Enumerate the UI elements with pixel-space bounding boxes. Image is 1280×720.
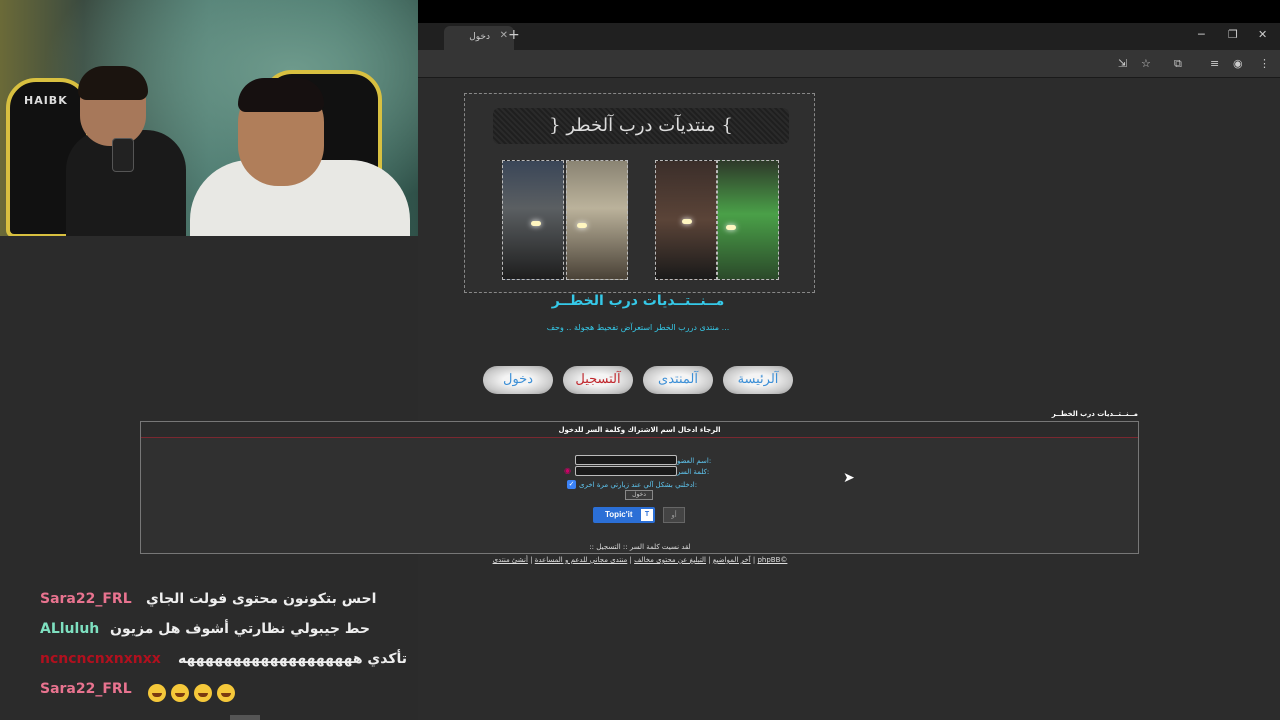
chair-logo: HAIBK (24, 94, 68, 107)
show-password-icon[interactable]: ◉ (564, 466, 571, 475)
browser-titlebar (418, 0, 1280, 23)
tab-close-icon[interactable]: ✕ (500, 30, 508, 41)
password-label: كلمة السر: (677, 468, 710, 476)
banner-photo (566, 160, 628, 280)
nav-login-button[interactable]: دخول (483, 366, 553, 394)
footer-link-report[interactable]: التبليغ عن محتوى مخالف (634, 556, 706, 564)
banner-photo (502, 160, 564, 280)
tab-bar: دخول ✕ + ─ ❐ ✕ (418, 23, 1280, 50)
chat-text: تأكدي هههههههههههههههههههه (178, 651, 408, 667)
scroll-indicator (230, 715, 260, 720)
chat-username: ncncncnxnxnxx (40, 651, 161, 667)
topicit-label: Topic'it (605, 510, 633, 519)
nav-forum-button[interactable]: آلمنتدى (643, 366, 713, 394)
banner-photo (655, 160, 717, 280)
tab-title: دخول (469, 32, 490, 42)
chat-message: ncncncnxnxnxx تأكدي هههههههههههههههههههه (40, 648, 480, 678)
chat-username: Sara22_FRL (40, 591, 132, 607)
profile-icon[interactable]: ◉ (1233, 57, 1243, 70)
close-window-button[interactable]: ✕ (1258, 28, 1267, 41)
menu-icon[interactable]: ⋮ (1259, 57, 1270, 70)
chat-emojis (148, 684, 240, 702)
screen: HAIBK دخول ✕ + ─ ❐ ✕ ⇲ ☆ ⧉ ≡ ◉ ⋮ } منتدي… (0, 0, 1280, 720)
phone (112, 138, 134, 172)
laughing-emoji-icon (171, 684, 189, 702)
extensions-icon[interactable]: ⧉ (1174, 57, 1182, 71)
register-link[interactable]: :: التسجيل (596, 543, 627, 551)
banner-title: } منتديآت درب آلخطر { (493, 108, 789, 144)
laughing-emoji-icon (217, 684, 235, 702)
topicit-icon: T (641, 509, 653, 521)
nav-register-button[interactable]: آلتسجيل (563, 366, 633, 394)
alt-login-button[interactable]: أو (663, 507, 685, 523)
chat-overlay: Sara22_FRL احس بتكونون محتوى فولت الجاي … (40, 588, 480, 708)
login-panel-header: الرجاء ادخال اسم الاشتراك وكلمة السر للد… (141, 422, 1138, 438)
chat-username: Sara22_FRL (40, 681, 132, 697)
username-input[interactable] (575, 455, 677, 465)
chat-message: Sara22_FRL احس بتكونون محتوى فولت الجاي (40, 588, 480, 618)
mouse-cursor-icon: ➤ (843, 470, 855, 486)
footer-link-create-forum[interactable]: أنشئ منتدى (493, 556, 528, 564)
bookmark-star-icon[interactable]: ☆ (1141, 57, 1151, 70)
webcam-overlay: HAIBK (0, 0, 418, 236)
breadcrumb[interactable]: مــنــتــديات درب الخطــر (1010, 410, 1138, 418)
new-tab-button[interactable]: + (508, 27, 520, 43)
banner-photo (717, 160, 779, 280)
chat-text: احس بتكونون محتوى فولت الجاي (146, 591, 377, 607)
password-input[interactable] (575, 466, 677, 476)
forum-name[interactable]: مــنــتــديات درب الخطــر (418, 293, 858, 309)
login-button[interactable]: دخول (625, 490, 653, 500)
topicit-login-button[interactable]: Topic'it T (593, 507, 655, 523)
person-right-hair (238, 78, 324, 112)
minimize-button[interactable]: ─ (1198, 28, 1205, 41)
address-bar[interactable]: ⇲ ☆ ⧉ ≡ ◉ ⋮ (418, 50, 1280, 78)
username-label: اسم العضو: (677, 457, 712, 465)
media-icon[interactable]: ≡ (1210, 57, 1219, 70)
laughing-emoji-icon (194, 684, 212, 702)
laughing-emoji-icon (148, 684, 166, 702)
nav-home-button[interactable]: آلرئيسة (723, 366, 793, 394)
tab-login[interactable]: دخول ✕ (444, 26, 514, 50)
install-app-icon[interactable]: ⇲ (1118, 57, 1127, 70)
footer-links: آخر المواضيع | التبليغ عن محتوى مخالف | … (492, 556, 788, 564)
login-panel: الرجاء ادخال اسم الاشتراك وكلمة السر للد… (140, 421, 1139, 554)
forum-description: منتدى دررب الخطر استعرآض تفحيط هجولة .. … (546, 323, 730, 332)
chat-message: Sara22_FRL (40, 678, 480, 708)
chat-message: ALluluh حط جيبولي نظارتي أشوف هل مزيون (40, 618, 480, 648)
chat-username: ALluluh (40, 621, 100, 637)
maximize-button[interactable]: ❐ (1228, 28, 1238, 41)
footer-link-latest[interactable]: آخر المواضيع (713, 556, 751, 564)
person-left-hair (78, 66, 148, 100)
footer-link-phpbb[interactable]: phpBB© (757, 556, 787, 564)
forum-banner: } منتديآت درب آلخطر { (464, 93, 815, 293)
remember-checkbox[interactable]: ✓ (567, 480, 576, 489)
footer-link-support[interactable]: منتدى مجاني للدعم و المساعدة (535, 556, 628, 564)
chat-text: حط جيبولي نظارتي أشوف هل مزيون (110, 621, 370, 637)
remember-label: ادخلني بشكل آلي عند زيارتي مرة اخرى: (579, 481, 698, 489)
account-links: :: لقد نسيت كلمة السر :: التسجيل (540, 543, 740, 551)
